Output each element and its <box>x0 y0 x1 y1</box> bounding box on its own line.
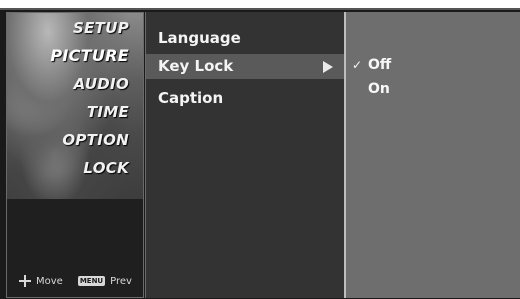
category-option[interactable]: OPTION <box>7 127 143 153</box>
submenu-item-label: Key Lock <box>158 57 234 75</box>
option-on[interactable]: On <box>346 78 520 100</box>
top-border <box>0 8 520 10</box>
options-panel: ✓ Off On <box>346 12 520 298</box>
submenu-item-caption[interactable]: Caption <box>146 86 345 111</box>
option-label: On <box>368 81 390 97</box>
option-label: Off <box>368 57 392 73</box>
move-label: Move <box>36 275 63 287</box>
submenu-panel: Language Key Lock Caption <box>145 12 345 298</box>
category-time[interactable]: TIME <box>7 99 143 125</box>
category-audio[interactable]: AUDIO <box>7 71 143 97</box>
arrow-right-icon <box>323 61 333 73</box>
submenu-item-key-lock[interactable]: Key Lock <box>146 54 345 79</box>
navigation-hint: Move MENU Prev <box>19 275 132 287</box>
option-off[interactable]: ✓ Off <box>346 54 520 76</box>
category-setup[interactable]: SETUP <box>7 15 143 41</box>
category-lock[interactable]: LOCK <box>7 155 143 181</box>
check-icon: ✓ <box>352 58 363 72</box>
move-icon <box>19 275 31 287</box>
prev-label: Prev <box>110 275 132 287</box>
category-picture[interactable]: PICTURE <box>7 43 143 69</box>
menu-key-icon: MENU <box>77 276 106 286</box>
category-panel: SETUP PICTURE AUDIO TIME OPTION LOCK Mov… <box>6 12 144 298</box>
submenu-item-language[interactable]: Language <box>146 26 345 51</box>
